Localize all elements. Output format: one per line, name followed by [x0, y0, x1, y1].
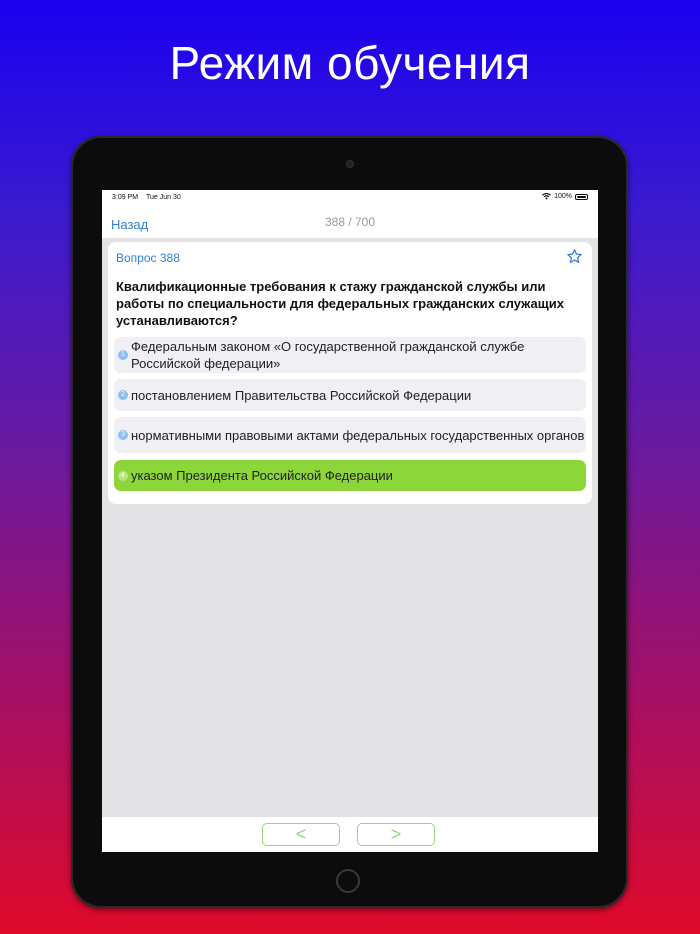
question-text: Квалификационные требования к стажу граж…: [116, 279, 564, 328]
answer-option-4-correct[interactable]: 4 указом Президента Российской Федерации: [114, 460, 586, 491]
battery-icon: [575, 193, 588, 200]
question-counter: 388 / 700: [324, 215, 376, 229]
answer-number-badge: 4: [118, 470, 128, 481]
status-bar: 3:09 PM Tue Jun 30 100%: [102, 190, 598, 206]
star-outline-icon[interactable]: [566, 248, 583, 265]
camera-dot: [346, 160, 354, 168]
status-time: 3:09 PM: [112, 194, 139, 201]
bottom-nav-bar: < >: [102, 817, 598, 852]
nav-bar: Назад 388 / 700: [102, 206, 598, 238]
answer-number-badge: 2: [118, 390, 128, 400]
headline: Режим обучения: [169, 37, 531, 89]
answer-text: нормативными правовыми актами федеральны…: [131, 427, 585, 443]
answer-number-badge: 1: [118, 350, 128, 360]
battery-percent: 100%: [554, 193, 572, 200]
status-date: Tue Jun 30: [146, 194, 181, 201]
app-screen: 3:09 PM Tue Jun 30 100% Назад 388 / 700 …: [102, 190, 598, 852]
answer-option-1[interactable]: 1 Федеральным законом «О государственной…: [114, 337, 586, 373]
answer-option-3[interactable]: 3 нормативными правовыми актами федераль…: [114, 417, 586, 453]
answer-number-badge: 3: [118, 430, 128, 440]
question-card: Вопрос 388 Квалификационные требования к…: [108, 242, 592, 504]
wifi-icon: [542, 193, 551, 200]
question-number: Вопрос 388: [116, 251, 180, 265]
next-question-button[interactable]: >: [357, 823, 435, 846]
status-right: 100%: [542, 193, 588, 200]
previous-question-button[interactable]: <: [262, 823, 340, 846]
answer-text: постановлением Правительства Российской …: [131, 387, 472, 403]
answer-text: Федеральным законом «О государственной г…: [131, 339, 525, 371]
answer-option-2[interactable]: 2 постановлением Правительства Российско…: [114, 379, 586, 411]
home-button: [336, 869, 360, 893]
answer-text: указом Президента Российской Федерации: [131, 468, 393, 483]
